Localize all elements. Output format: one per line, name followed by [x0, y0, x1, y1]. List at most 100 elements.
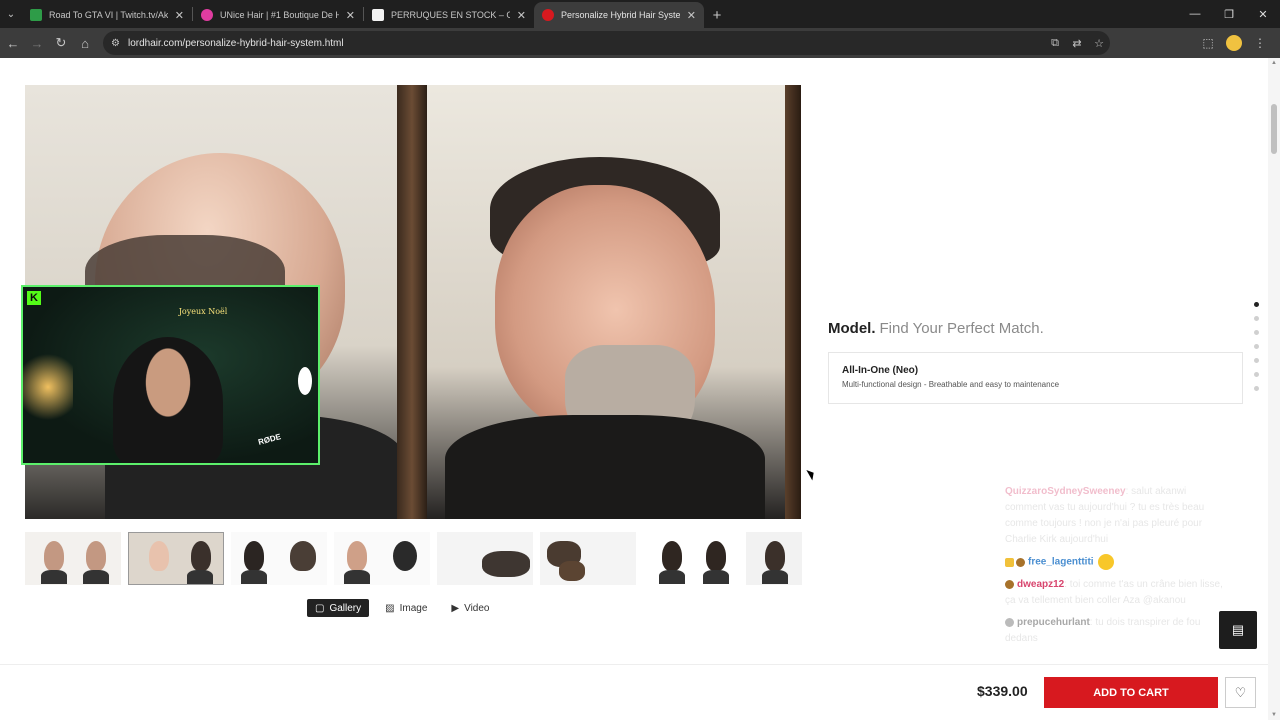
option-description: Multi-functional design - Breathable and…	[842, 380, 1060, 389]
thumb-head	[244, 541, 264, 571]
scrollbar-thumb[interactable]	[1271, 104, 1277, 154]
thumb-hairpiece	[559, 561, 585, 581]
menu-kebab-icon[interactable]: ⋮	[1248, 31, 1272, 55]
thumbnail[interactable]	[746, 532, 802, 585]
tab-strip: ⌄ Road To GTA VI | Twitch.tv/Akan ✕ UNic…	[0, 0, 1280, 28]
thumbnail[interactable]	[540, 532, 636, 585]
extensions-icon[interactable]: ⬚	[1196, 31, 1220, 55]
tab-title: Personalize Hybrid Hair System	[561, 10, 680, 20]
install-app-icon[interactable]: ⧉	[1044, 37, 1066, 50]
home-icon[interactable]: ⌂	[73, 31, 97, 55]
thumbnail[interactable]	[643, 532, 739, 585]
new-tab-icon[interactable]: +	[704, 2, 730, 28]
streamer-figure	[113, 337, 223, 463]
nav-dot[interactable]	[1254, 358, 1259, 363]
product-price: $339.00	[977, 683, 1028, 699]
thumbnail[interactable]	[437, 532, 533, 585]
section-nav-dots	[1254, 302, 1259, 391]
thumb-body	[703, 570, 729, 584]
thumbnail[interactable]	[334, 532, 430, 585]
tab-perruques[interactable]: PERRUQUES EN STOCK – Glamou ✕	[364, 2, 534, 28]
reload-icon[interactable]: ↻	[49, 31, 73, 55]
tab-label: Video	[464, 602, 490, 614]
ring-light	[298, 367, 312, 395]
tab-image[interactable]: ▨ Image	[377, 599, 435, 617]
thumb-hairpiece	[482, 551, 530, 577]
streamer-webcam-overlay: K Joyeux Noël RØDE	[21, 285, 320, 465]
thumb-head	[191, 541, 211, 571]
sticky-cart-bar: $339.00 ADD TO CART ♡	[0, 664, 1268, 720]
tab-title: PERRUQUES EN STOCK – Glamou	[391, 10, 510, 20]
scroll-up-icon[interactable]: ▲	[1270, 60, 1278, 66]
door-frame	[397, 85, 427, 519]
thumb-head	[706, 541, 726, 571]
minimize-icon[interactable]: —	[1178, 0, 1212, 28]
mouse-cursor	[806, 467, 817, 481]
scroll-down-icon[interactable]: ▼	[1270, 712, 1278, 718]
model-subtitle: Find Your Perfect Match.	[879, 320, 1044, 337]
nav-dot[interactable]	[1254, 344, 1259, 349]
thumb-head	[662, 541, 682, 571]
thumb-head	[86, 541, 106, 571]
tab-search-icon[interactable]: ⌄	[0, 0, 22, 28]
forward-icon[interactable]: →	[25, 31, 49, 55]
thumbnail-selected[interactable]	[128, 532, 224, 585]
add-to-cart-button[interactable]: ADD TO CART	[1044, 677, 1218, 708]
tab-label: Image	[399, 602, 428, 614]
tab-unice[interactable]: UNice Hair | #1 Boutique De Hai ✕	[193, 2, 363, 28]
model-title: Model.	[828, 320, 876, 337]
live-chat-icon[interactable]: ▤	[1219, 611, 1257, 649]
scrollbar[interactable]: ▲ ▼	[1268, 58, 1280, 720]
tab-video[interactable]: ▶ Video	[443, 599, 497, 617]
profile-avatar[interactable]	[1226, 35, 1242, 51]
lamp-glow	[23, 347, 73, 427]
site-info-icon[interactable]: ⚙	[111, 38, 120, 49]
thumb-body	[41, 570, 67, 584]
nav-dot[interactable]	[1254, 316, 1259, 321]
close-tab-icon[interactable]: ✕	[517, 9, 526, 22]
nav-dot[interactable]	[1254, 386, 1259, 391]
translate-icon[interactable]: ⇄	[1066, 37, 1088, 50]
nav-dot[interactable]	[1254, 330, 1259, 335]
close-window-icon[interactable]: ✕	[1246, 0, 1280, 28]
thumb-body	[241, 570, 267, 584]
window-controls: — ❐ ✕	[1178, 0, 1280, 28]
restore-icon[interactable]: ❐	[1212, 0, 1246, 28]
nav-dot[interactable]	[1254, 302, 1259, 307]
toolbar-actions: ⬚ ⋮	[1196, 31, 1280, 55]
address-actions: ⧉ ⇄ ☆	[1044, 31, 1110, 55]
address-bar[interactable]: ⚙ lordhair.com/personalize-hybrid-hair-s…	[103, 31, 1110, 55]
nav-dot[interactable]	[1254, 372, 1259, 377]
chat-message: QuizzaroSydneySweeney: salut akanwi comm…	[1005, 484, 1225, 548]
unice-favicon-icon	[201, 9, 213, 21]
model-option-card[interactable]: All-In-One (Neo) Multi-functional design…	[828, 352, 1243, 404]
lordhair-favicon-icon	[542, 9, 554, 21]
chat-username: prepucehurlant	[1017, 616, 1090, 628]
browser-toolbar: ← → ↻ ⌂ ⚙ lordhair.com/personalize-hybri…	[0, 28, 1280, 58]
chat-message: prepucehurlant: tu dois transpirer de fo…	[1005, 615, 1225, 647]
thumb-hairpiece	[393, 541, 417, 571]
close-tab-icon[interactable]: ✕	[175, 9, 184, 22]
thumbnail[interactable]	[231, 532, 327, 585]
wishlist-heart-icon[interactable]: ♡	[1225, 677, 1256, 708]
tab-gallery[interactable]: ▢ Gallery	[307, 599, 370, 617]
page-favicon-icon	[372, 9, 384, 21]
tab-title: UNice Hair | #1 Boutique De Hai	[220, 10, 339, 20]
chat-username: dweapz12	[1017, 578, 1065, 590]
back-icon[interactable]: ←	[1, 31, 25, 55]
bookmark-star-icon[interactable]: ☆	[1088, 37, 1110, 50]
gallery-icon: ▢	[315, 602, 325, 614]
microphone-brand: RØDE	[257, 432, 282, 447]
tab-twitch[interactable]: Road To GTA VI | Twitch.tv/Akan ✕	[22, 2, 192, 28]
thumb-body	[762, 570, 788, 584]
chat-username: QuizzaroSydneySweeney	[1005, 486, 1126, 497]
close-tab-icon[interactable]: ✕	[687, 9, 696, 22]
close-tab-icon[interactable]: ✕	[346, 9, 355, 22]
page-content: K Joyeux Noël RØDE ▢ Gallery ▨ Image ▶ V…	[0, 58, 1280, 720]
thumb-body	[83, 570, 109, 584]
thumbnail[interactable]	[25, 532, 121, 585]
sheets-favicon-icon	[30, 9, 42, 21]
chat-message: dweapz12: toi comme t'as un crâne bien l…	[1005, 577, 1225, 609]
thumb-body	[344, 570, 370, 584]
tab-lordhair[interactable]: Personalize Hybrid Hair System ✕	[534, 2, 704, 28]
